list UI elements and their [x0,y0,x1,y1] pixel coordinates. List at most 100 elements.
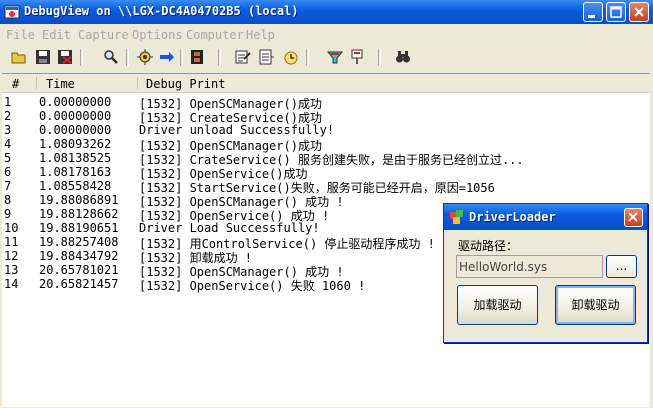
driver-path-label: 驱动路径： [458,239,519,253]
title-bar[interactable]: DebugView on \\LGX-DC4A04702B5 (local) [0,0,653,24]
row-number: 6 [4,165,12,179]
close-icon [634,7,644,17]
binoculars-icon [396,51,410,63]
autoscroll-button[interactable] [158,48,176,66]
history-icon [259,49,274,65]
row-time: 20.65821457 [39,277,119,291]
film-icon [191,50,203,64]
row-number: 11 [4,235,19,249]
close-button[interactable] [629,2,649,22]
menu-computer[interactable]: Computer [186,28,244,42]
row-number: 2 [4,109,12,123]
filter-button[interactable] [234,48,252,66]
capture-button[interactable] [136,48,154,66]
list-header: # Time Debug Print [2,74,650,93]
open-button[interactable] [10,48,28,66]
menu-file[interactable]: File [6,28,35,42]
driver-path-field[interactable]: HelloWorld.sys [456,255,603,278]
load-driver-button[interactable]: 加载驱动 [457,285,538,325]
clock-icon [284,51,298,65]
debugview-window: DebugView on \\LGX-DC4A04702B5 (local) F… [0,0,653,408]
row-time: 20.65781021 [39,263,119,277]
clock-button[interactable] [282,48,300,66]
row-time: 1.08138525 [39,151,112,165]
row-number: 4 [4,137,12,151]
row-number: 10 [4,221,19,235]
menu-edit[interactable]: Edit [42,28,71,42]
menu-options[interactable]: Options [132,28,183,42]
table-row[interactable]: 6 1.08178163 [1532] OpenService()成功 [2,165,650,181]
row-time: 19.88086891 [39,193,119,207]
row-time: 1.08093262 [39,137,112,151]
clear-icon [58,50,72,64]
menu-bar: File Edit Capture Options Computer Help [0,26,653,44]
toolbar-separator [126,49,129,66]
table-row[interactable]: 3 0.00000000 Driver unload Successfully! [2,123,650,137]
clear-button[interactable] [56,48,74,66]
open-icon [11,52,26,64]
dialog-close-button[interactable] [624,208,643,227]
column-header-num[interactable]: # [12,77,19,91]
table-row[interactable]: 1 0.00000000 [1532] OpenSCManager()成功 [2,95,650,111]
pin-button[interactable] [348,48,366,66]
table-row[interactable]: 2 0.00000000 [1532] CreateService()成功 [2,109,650,125]
row-time: 0.00000000 [39,95,112,109]
find-button[interactable] [102,48,120,66]
column-divider[interactable] [137,77,138,89]
row-number: 3 [4,123,12,137]
window-title: DebugView on \\LGX-DC4A04702B5 (local) [24,4,299,18]
row-time: 0.00000000 [39,123,112,137]
autoscroll-arrow-icon [160,52,174,62]
pin-icon [351,49,363,64]
toolbar [0,46,653,70]
menu-help[interactable]: Help [246,28,275,42]
row-debug-print: [1532] OpenService() 失败 1060 ! [139,279,366,293]
capture-icon [137,49,153,65]
minimize-button[interactable] [583,2,603,22]
maximize-button[interactable] [606,2,626,22]
menu-capture[interactable]: Capture [78,28,129,42]
minimize-icon [588,15,595,18]
unload-driver-button[interactable]: 卸载驱动 [555,285,636,325]
table-row[interactable]: 7 1.08558428 [1532] StartService()失败，服务可能已… [2,179,650,195]
toolbar-separator [306,49,309,66]
row-time: 19.88257408 [39,235,119,249]
save-button[interactable] [34,48,52,66]
highlight-icon [327,51,343,64]
row-number: 14 [4,277,19,291]
find-next-button[interactable] [394,48,412,66]
table-row[interactable]: 4 1.08093262 [1532] OpenSCManager()成功 [2,137,650,153]
dialog-title-bar[interactable]: DriverLoader [444,204,647,230]
toolbar-separator [218,49,221,66]
toolbar-separator [378,49,381,66]
row-number: 7 [4,179,12,193]
toolbar-separator [180,49,183,66]
history-button[interactable] [258,48,276,66]
table-row[interactable]: 5 1.08138525 [1532] CrateService() 服务创建失败，… [2,151,650,167]
column-header-time[interactable]: Time [46,77,75,91]
column-header-debug-print[interactable]: Debug Print [146,77,225,91]
find-icon [104,50,118,64]
browse-button[interactable]: ... [606,255,637,278]
driverloader-app-icon [450,210,463,224]
row-number: 12 [4,249,19,263]
highlight-button[interactable] [326,48,344,66]
row-time: 1.08178163 [39,165,112,179]
dialog-title: DriverLoader [469,210,556,224]
film-button[interactable] [188,48,206,66]
column-divider[interactable] [36,77,37,89]
row-debug-print: Driver unload Successfully! [139,123,335,137]
row-time: 19.88190651 [39,221,119,235]
row-number: 5 [4,151,12,165]
row-time: 19.88128662 [39,207,119,221]
debugview-app-icon [4,5,20,19]
row-debug-print: Driver Load Successfully! [139,221,320,235]
row-number: 8 [4,193,12,207]
driverloader-dialog: DriverLoader 驱动路径： HelloWorld.sys ... 加载… [443,203,648,343]
close-icon [628,212,638,222]
toolbar-separator [80,49,83,66]
row-number: 13 [4,263,19,277]
row-time: 0.00000000 [39,109,112,123]
row-time: 1.08558428 [39,179,112,193]
row-time: 19.88434792 [39,249,119,263]
